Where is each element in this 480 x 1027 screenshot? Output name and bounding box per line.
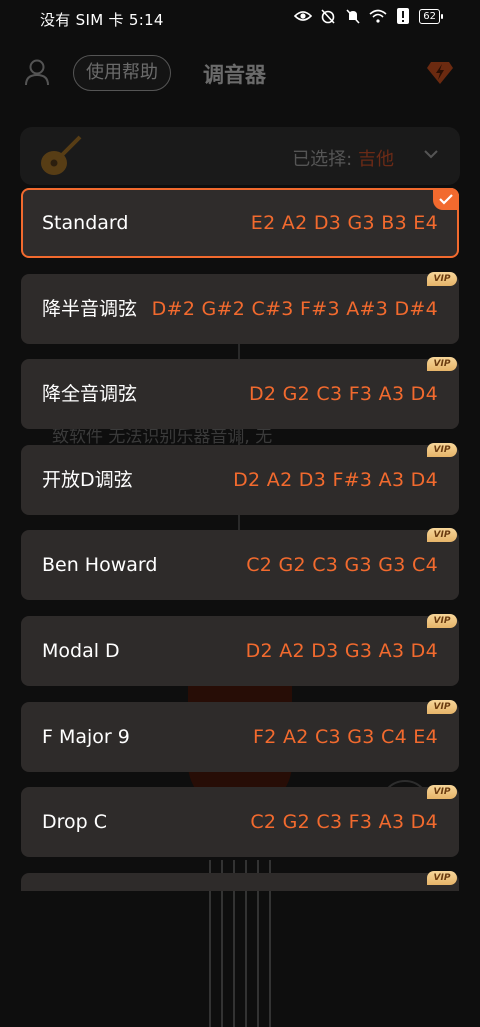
vip-badge: VIP [427, 528, 457, 542]
tuning-name: 降半音调弦 [42, 298, 138, 320]
tuning-item[interactable]: Modal D D2 A2 D3 G3 A3 D4 VIP [21, 614, 459, 686]
check-icon [433, 188, 459, 210]
vip-badge: VIP [427, 357, 457, 371]
tuning-item[interactable]: Standard E2 A2 D3 G3 B3 E4 [21, 188, 459, 258]
tuning-notes: D#2 G#2 C#3 F#3 A#3 D#4 [151, 298, 438, 320]
tuning-item-partial[interactable]: VIP [21, 871, 459, 891]
tuning-notes: C2 G2 C3 G3 G3 C4 [246, 554, 438, 576]
tuning-item[interactable]: Ben Howard C2 G2 C3 G3 G3 C4 VIP [21, 528, 459, 600]
vip-badge: VIP [427, 443, 457, 457]
tuning-list: Standard E2 A2 D3 G3 B3 E4 降半音调弦 D#2 G#2… [0, 0, 480, 1027]
tuning-notes: D2 A2 D3 F#3 A3 D4 [233, 469, 438, 491]
tuning-name: Standard [42, 212, 129, 234]
tuning-item[interactable]: Drop C C2 G2 C3 F3 A3 D4 VIP [21, 785, 459, 857]
vip-badge: VIP [427, 272, 457, 286]
tuning-name: Ben Howard [42, 554, 158, 576]
tuning-item[interactable]: 降半音调弦 D#2 G#2 C#3 F#3 A#3 D#4 VIP [21, 272, 459, 344]
tuning-notes: D2 A2 D3 G3 A3 D4 [245, 640, 438, 662]
tuning-name: 开放D调弦 [42, 469, 133, 491]
tuning-notes: C2 G2 C3 F3 A3 D4 [250, 811, 438, 833]
tuning-notes: F2 A2 C3 G3 C4 E4 [252, 726, 438, 748]
tuning-name: 降全音调弦 [42, 383, 138, 405]
vip-badge: VIP [427, 614, 457, 628]
vip-badge: VIP [427, 785, 457, 799]
tuning-item[interactable]: F Major 9 F2 A2 C3 G3 C4 E4 VIP [21, 700, 459, 772]
tuning-item[interactable]: 开放D调弦 D2 A2 D3 F#3 A3 D4 VIP [21, 443, 459, 515]
tuning-notes: D2 G2 C3 F3 A3 D4 [248, 383, 438, 405]
tuning-item[interactable]: 降全音调弦 D2 G2 C3 F3 A3 D4 VIP [21, 357, 459, 429]
vip-badge: VIP [427, 700, 457, 714]
tuning-name: Modal D [42, 640, 120, 662]
tuning-name: F Major 9 [42, 726, 130, 748]
vip-badge: VIP [427, 871, 457, 885]
tuning-notes: E2 A2 D3 G3 B3 E4 [250, 212, 438, 234]
tuning-name: Drop C [42, 811, 108, 833]
